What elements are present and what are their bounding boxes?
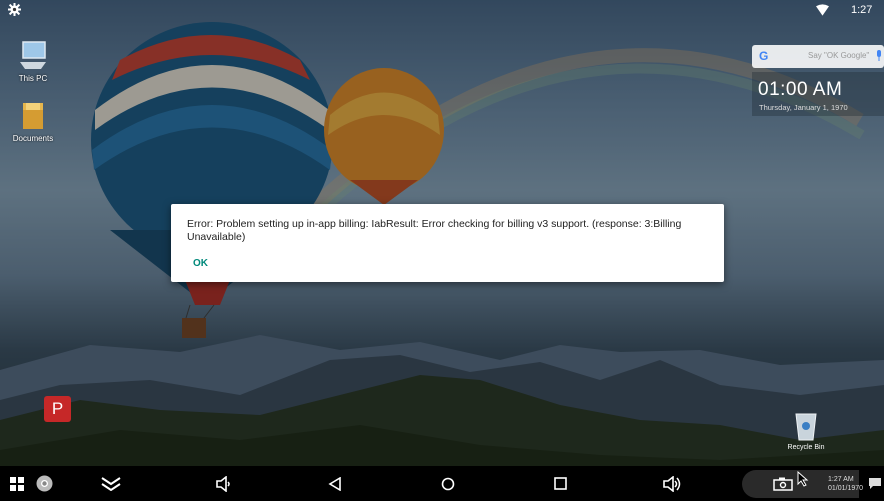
recents-button[interactable]	[549, 466, 571, 501]
start-icon	[10, 476, 24, 491]
google-search-hint: Say "OK Google"	[808, 51, 870, 60]
desktop-icon-this-pc[interactable]: This PC	[6, 38, 60, 83]
computer-icon	[20, 41, 46, 69]
error-dialog: Error: Problem setting up in-app billing…	[171, 204, 724, 282]
error-message: Error: Problem setting up in-app billing…	[187, 218, 682, 243]
status-bar: 1:27	[0, 0, 884, 20]
home-icon	[441, 477, 455, 490]
notification-icon	[869, 478, 881, 489]
desktop-icon-label: Recycle Bin	[787, 444, 825, 451]
desktop-icon-label: Documents	[12, 134, 54, 143]
wifi-icon	[816, 4, 829, 16]
recents-icon	[553, 477, 567, 490]
desktop-icon-documents[interactable]: Documents	[6, 100, 60, 143]
volume-up-button[interactable]	[661, 466, 683, 501]
screenshot-button[interactable]	[770, 466, 796, 501]
volume-up-icon	[663, 475, 681, 492]
back-icon	[328, 476, 341, 491]
app-p-icon[interactable]: P	[44, 396, 71, 422]
desktop-icon-label: This PC	[18, 74, 48, 83]
recycle-bin-icon	[795, 413, 817, 441]
volume-down-button[interactable]	[212, 466, 234, 501]
tray-clock-time: 1:27 AM	[828, 476, 854, 483]
notification-button[interactable]	[866, 466, 884, 501]
desktop-icon-recycle-bin[interactable]: Recycle Bin	[780, 408, 832, 451]
clock-widget-date: Thursday, January 1, 1970	[759, 103, 848, 112]
screenshot-icon	[773, 477, 793, 491]
chrome-button[interactable]	[33, 466, 55, 501]
clock-widget-time: 01:00 AM	[758, 79, 843, 100]
status-time: 1:27	[851, 4, 873, 16]
collapse-icon	[101, 476, 121, 491]
tray-clock-date: 01/01/1970	[828, 485, 864, 492]
mic-icon[interactable]	[876, 50, 882, 61]
google-search-bar[interactable]: G Say "OK Google"	[752, 45, 884, 68]
gear-icon[interactable]	[8, 3, 21, 16]
google-logo: G	[759, 49, 769, 63]
ok-button[interactable]: OK	[193, 258, 208, 269]
folder-icon	[23, 103, 43, 129]
back-button[interactable]	[324, 466, 346, 501]
chrome-icon	[36, 475, 52, 492]
home-button[interactable]	[437, 466, 459, 501]
tray-clock[interactable]: 1:27 AM 01/01/1970	[828, 475, 863, 493]
cursor-icon	[797, 471, 809, 487]
clock-widget[interactable]: 01:00 AM Thursday, January 1, 1970	[752, 72, 884, 116]
taskbar: 1:27 AM 01/01/1970	[0, 466, 884, 501]
collapse-button[interactable]	[100, 466, 122, 501]
start-button[interactable]	[8, 466, 26, 501]
volume-down-icon	[216, 475, 230, 492]
